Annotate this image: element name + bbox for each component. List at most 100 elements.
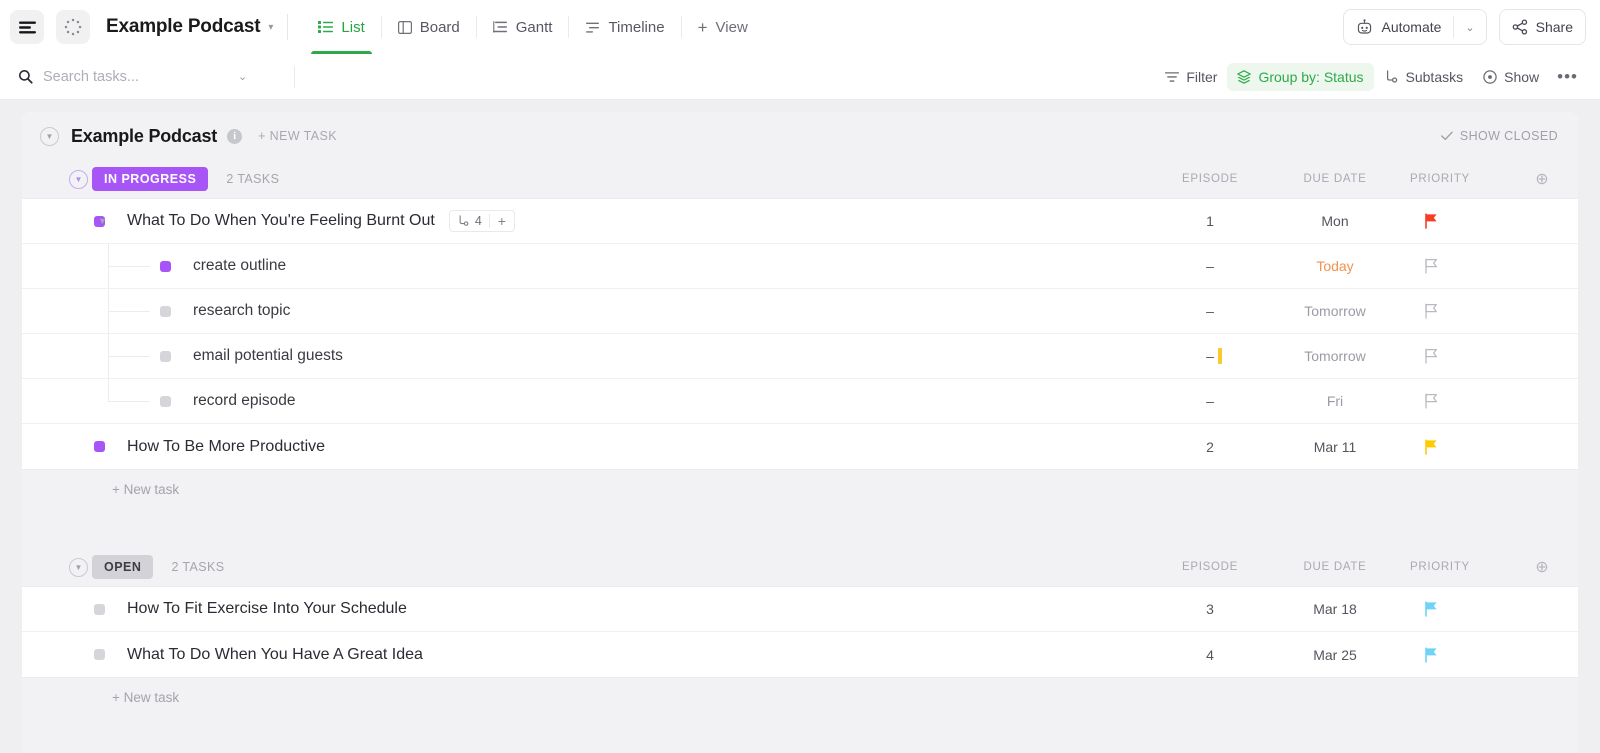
subtask-count-segment[interactable]: 4 bbox=[450, 214, 489, 228]
cell-due-date[interactable]: Mar 11 bbox=[1270, 439, 1400, 455]
add-new-task-button[interactable]: + New task bbox=[22, 678, 1578, 716]
automate-button[interactable]: Automate ⌄ bbox=[1343, 9, 1487, 45]
cell-due-date[interactable]: Tomorrow bbox=[1270, 348, 1400, 364]
cell-priority[interactable] bbox=[1400, 393, 1520, 409]
column-header-priority[interactable]: PRIORITY bbox=[1400, 173, 1520, 185]
status-dot[interactable] bbox=[160, 350, 171, 362]
cell-priority[interactable] bbox=[1400, 646, 1520, 663]
share-segment[interactable]: Share bbox=[1500, 10, 1585, 44]
cell-priority[interactable] bbox=[1400, 438, 1520, 455]
table-row[interactable]: What To Do When You Have A Great Idea 4 Ma… bbox=[22, 632, 1578, 677]
collapse-list-button[interactable]: ▼ bbox=[40, 126, 59, 146]
subtasks-label: Subtasks bbox=[1405, 68, 1464, 85]
priority-flag-icon[interactable] bbox=[1424, 601, 1438, 617]
collapse-group-button[interactable]: ▼ bbox=[69, 557, 88, 577]
expand-collapse-icon[interactable]: ▼ bbox=[98, 216, 107, 226]
add-subtask-button[interactable]: + bbox=[490, 213, 514, 229]
cell-episode[interactable]: – bbox=[1150, 303, 1270, 319]
cell-due-date[interactable]: Mar 18 bbox=[1270, 601, 1400, 617]
table-row[interactable]: research topic – Tomorrow bbox=[22, 289, 1578, 334]
task-name[interactable]: create outline bbox=[193, 257, 286, 275]
gantt-view-icon bbox=[492, 21, 507, 33]
cell-episode[interactable]: – bbox=[1150, 348, 1270, 364]
priority-flag-icon[interactable] bbox=[1424, 646, 1438, 663]
automate-dropdown-caret-icon[interactable]: ⌄ bbox=[1454, 10, 1485, 44]
table-row[interactable]: email potential guests – Tomorrow bbox=[22, 334, 1578, 379]
tab-list[interactable]: List bbox=[302, 0, 380, 54]
status-dot[interactable] bbox=[94, 603, 105, 615]
column-header-episode[interactable]: EPISODE bbox=[1150, 173, 1270, 185]
subtasks-button[interactable]: Subtasks bbox=[1374, 63, 1474, 91]
new-task-button[interactable]: + NEW TASK bbox=[258, 129, 337, 143]
filter-button[interactable]: Filter bbox=[1155, 63, 1227, 91]
task-name[interactable]: What To Do When You're Feeling Burnt Out bbox=[127, 212, 435, 230]
priority-flag-icon[interactable] bbox=[1424, 348, 1438, 364]
table-row[interactable]: How To Be More Productive 2 Mar 11 bbox=[22, 424, 1578, 469]
priority-flag-icon[interactable] bbox=[1424, 393, 1438, 409]
priority-flag-icon[interactable] bbox=[1424, 438, 1438, 455]
status-dot[interactable] bbox=[94, 649, 105, 660]
cell-due-date[interactable]: Fri bbox=[1270, 393, 1400, 409]
search-box[interactable]: ⌄ bbox=[18, 68, 288, 85]
priority-flag-icon[interactable] bbox=[1424, 213, 1438, 229]
cell-episode[interactable]: 4 bbox=[1150, 647, 1270, 663]
subtask-count-badge[interactable]: 4 + bbox=[448, 210, 515, 232]
cell-episode[interactable]: – bbox=[1150, 393, 1270, 409]
column-header-due-date[interactable]: DUE DATE bbox=[1270, 173, 1400, 185]
add-column-icon[interactable]: ⊕ bbox=[1520, 169, 1564, 189]
column-header-due-date[interactable]: DUE DATE bbox=[1270, 561, 1400, 573]
cell-episode[interactable]: 2 bbox=[1150, 439, 1270, 455]
cell-due-date[interactable]: Tomorrow bbox=[1270, 303, 1400, 319]
cell-episode[interactable]: 1 bbox=[1150, 213, 1270, 229]
tab-board[interactable]: Board bbox=[382, 0, 476, 54]
cell-due-date[interactable]: Mon bbox=[1270, 213, 1400, 229]
task-name[interactable]: How To Be More Productive bbox=[127, 438, 325, 456]
collapse-group-button[interactable]: ▼ bbox=[69, 169, 88, 189]
cell-due-date[interactable]: Mar 25 bbox=[1270, 647, 1400, 663]
task-name[interactable]: How To Fit Exercise Into Your Schedule bbox=[127, 600, 407, 618]
status-dot[interactable] bbox=[160, 260, 171, 272]
table-row[interactable]: create outline – Today bbox=[22, 244, 1578, 289]
task-name[interactable]: research topic bbox=[193, 302, 290, 320]
priority-flag-icon[interactable] bbox=[1424, 258, 1438, 274]
column-header-priority[interactable]: PRIORITY bbox=[1400, 561, 1520, 573]
project-dropdown-caret-icon[interactable]: ▾ bbox=[268, 22, 273, 33]
show-closed-button[interactable]: SHOW CLOSED bbox=[1440, 129, 1558, 143]
tab-timeline[interactable]: Timeline bbox=[569, 0, 680, 54]
priority-flag-icon[interactable] bbox=[1424, 303, 1438, 319]
task-name[interactable]: record episode bbox=[193, 392, 296, 410]
tab-gantt[interactable]: Gantt bbox=[477, 0, 569, 54]
cell-priority[interactable] bbox=[1400, 601, 1520, 617]
cell-priority[interactable] bbox=[1400, 258, 1520, 274]
table-row[interactable]: How To Fit Exercise Into Your Schedule 3 M… bbox=[22, 587, 1578, 632]
cell-priority[interactable] bbox=[1400, 348, 1520, 364]
automate-segment[interactable]: Automate bbox=[1344, 10, 1453, 44]
share-button[interactable]: Share bbox=[1498, 9, 1586, 45]
more-options-button[interactable]: ••• bbox=[1549, 61, 1586, 93]
table-row[interactable]: ▼ What To Do When You're Feeling Burnt Ou… bbox=[22, 199, 1578, 244]
cell-episode[interactable]: 3 bbox=[1150, 601, 1270, 617]
status-dot[interactable] bbox=[160, 305, 171, 317]
space-avatar-button[interactable] bbox=[56, 10, 90, 44]
cell-due-date[interactable]: Today bbox=[1270, 258, 1400, 274]
status-badge[interactable]: IN PROGRESS bbox=[92, 167, 209, 191]
column-header-episode[interactable]: EPISODE bbox=[1150, 561, 1270, 573]
add-view-button[interactable]: + View bbox=[682, 0, 764, 54]
add-new-task-button[interactable]: + New task bbox=[22, 470, 1578, 508]
cell-episode[interactable]: – bbox=[1150, 258, 1270, 274]
task-name[interactable]: email potential guests bbox=[193, 347, 343, 365]
cell-priority[interactable] bbox=[1400, 303, 1520, 319]
show-button[interactable]: Show bbox=[1473, 63, 1549, 91]
add-column-icon[interactable]: ⊕ bbox=[1520, 557, 1564, 577]
info-icon[interactable]: i bbox=[227, 128, 243, 144]
status-dot[interactable] bbox=[94, 441, 105, 452]
search-filter-caret-icon[interactable]: ⌄ bbox=[238, 70, 247, 83]
status-dot[interactable] bbox=[160, 395, 171, 407]
search-input[interactable] bbox=[43, 68, 228, 85]
task-name[interactable]: What To Do When You Have A Great Idea bbox=[127, 646, 423, 664]
status-badge[interactable]: OPEN bbox=[92, 555, 154, 579]
cell-priority[interactable] bbox=[1400, 213, 1520, 229]
table-row[interactable]: record episode – Fri bbox=[22, 379, 1578, 424]
hamburger-menu-button[interactable] bbox=[10, 10, 44, 44]
group-by-button[interactable]: Group by: Status bbox=[1227, 62, 1374, 91]
